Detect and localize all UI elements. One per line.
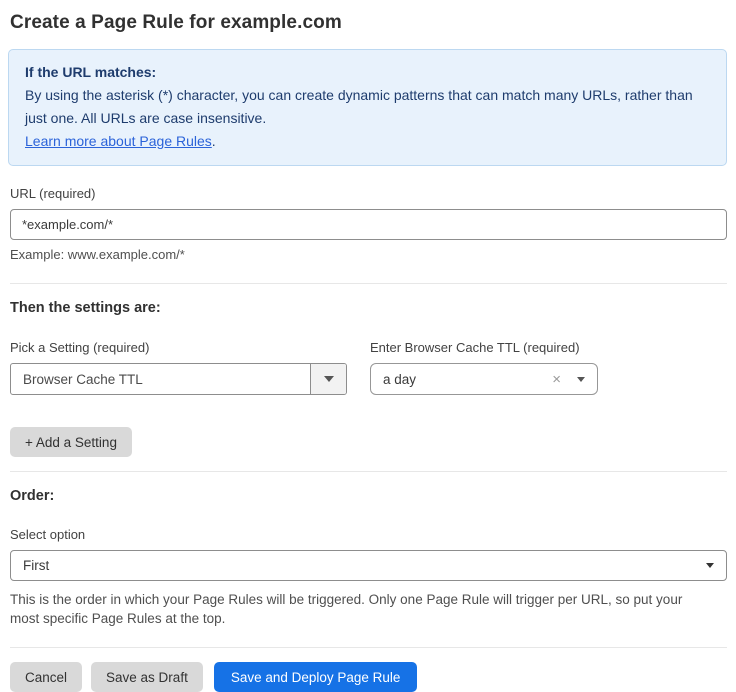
learn-more-link[interactable]: Learn more about Page Rules [25, 133, 212, 149]
pick-setting-select[interactable]: Browser Cache TTL [10, 363, 347, 395]
info-box-heading: If the URL matches: [25, 61, 710, 84]
url-match-info-box: If the URL matches: By using the asteris… [8, 49, 727, 166]
settings-section-heading: Then the settings are: [10, 300, 727, 316]
order-selected-value: First [23, 558, 706, 573]
settings-row: Pick a Setting (required) Browser Cache … [10, 316, 727, 395]
info-box-body: By using the asterisk (*) character, you… [25, 84, 710, 130]
order-select-label: Select option [10, 527, 727, 542]
pick-setting-label: Pick a Setting (required) [10, 340, 347, 355]
divider [10, 471, 727, 472]
pick-setting-selected-value: Browser Cache TTL [11, 364, 310, 394]
divider [10, 283, 727, 284]
chevron-down-icon [577, 377, 585, 382]
chevron-down-icon [324, 376, 334, 382]
cancel-button[interactable]: Cancel [10, 662, 82, 692]
add-setting-button[interactable]: + Add a Setting [10, 427, 132, 457]
page-title: Create a Page Rule for example.com [10, 12, 727, 34]
order-section-heading: Order: [10, 488, 727, 504]
ttl-setting-column: Enter Browser Cache TTL (required) a day… [370, 316, 598, 395]
url-example-text: Example: www.example.com/* [10, 247, 727, 262]
divider [10, 647, 727, 648]
order-select[interactable]: First [10, 550, 727, 581]
ttl-selected-value: a day [383, 372, 552, 387]
clear-icon[interactable]: × [552, 372, 561, 387]
save-and-deploy-button[interactable]: Save and Deploy Page Rule [214, 662, 418, 692]
order-help-text: This is the order in which your Page Rul… [10, 590, 710, 628]
pick-setting-column: Pick a Setting (required) Browser Cache … [10, 316, 347, 395]
ttl-setting-label: Enter Browser Cache TTL (required) [370, 340, 598, 355]
pick-setting-dropdown-button[interactable] [310, 364, 346, 394]
chevron-down-icon [706, 563, 714, 568]
footer-button-row: Cancel Save as Draft Save and Deploy Pag… [10, 662, 727, 692]
info-box-link-line: Learn more about Page Rules. [25, 130, 710, 153]
save-as-draft-button[interactable]: Save as Draft [91, 662, 203, 692]
ttl-setting-select[interactable]: a day × [370, 363, 598, 395]
url-input[interactable] [10, 209, 727, 240]
link-suffix: . [212, 133, 216, 149]
create-page-rule-form: Create a Page Rule for example.com If th… [0, 0, 736, 692]
url-field-label: URL (required) [10, 186, 727, 201]
